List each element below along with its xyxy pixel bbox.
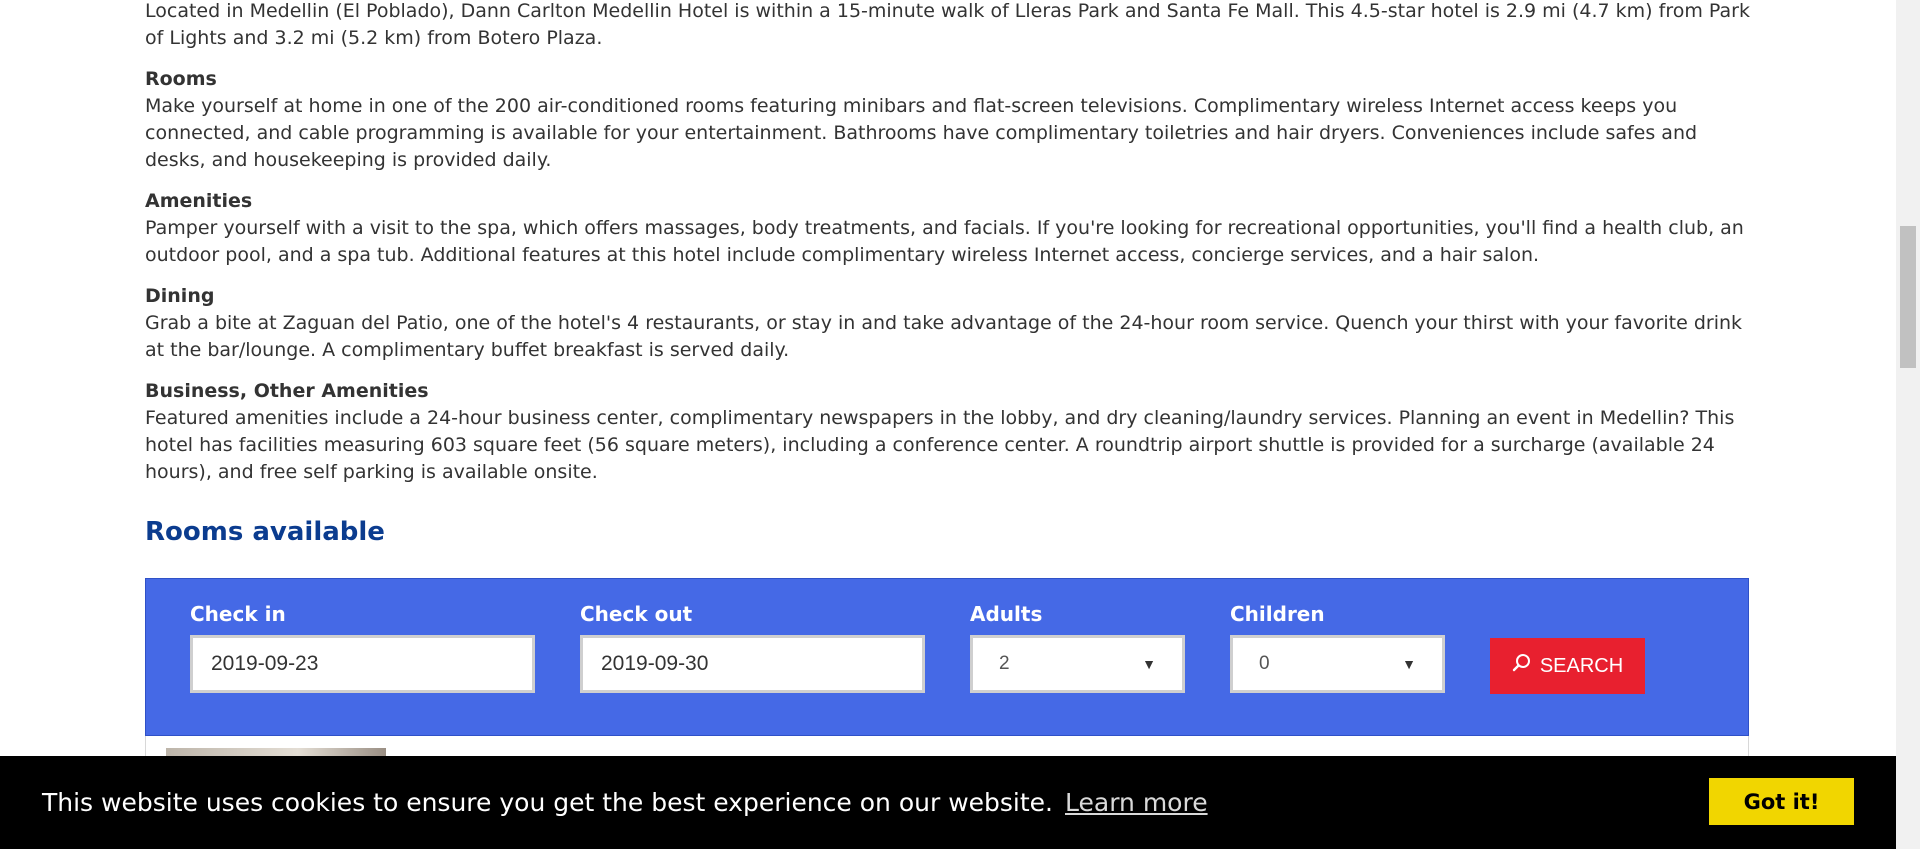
checkin-label: Check in [190, 602, 286, 626]
adults-label: Adults [970, 602, 1043, 626]
section-business: Business, Other Amenities Featured ameni… [145, 378, 1750, 486]
hotel-description: Located in Medellin (El Poblado), Dann C… [145, 0, 1750, 568]
room-search-panel: Check in 2019-09-23 Check out 2019-09-30… [145, 578, 1749, 736]
section-text: Make yourself at home in one of the 200 … [145, 95, 1698, 171]
cookie-consent-bar: This website uses cookies to ensure you … [0, 756, 1896, 849]
chevron-down-icon: ▼ [1402, 656, 1416, 672]
search-icon [1512, 653, 1532, 679]
children-field: Children 0 ▼ [1230, 601, 1445, 693]
adults-value: 2 [999, 653, 1010, 674]
section-title: Dining [145, 285, 215, 307]
scrollbar-thumb[interactable] [1900, 226, 1916, 368]
section-title: Amenities [145, 190, 253, 212]
checkout-input[interactable]: 2019-09-30 [580, 635, 925, 693]
children-label: Children [1230, 602, 1325, 626]
section-dining: Dining Grab a bite at Zaguan del Patio, … [145, 283, 1750, 364]
adults-field: Adults 2 ▼ [970, 601, 1185, 693]
section-amenities: Amenities Pamper yourself with a visit t… [145, 188, 1750, 269]
cookie-accept-button[interactable]: Got it! [1709, 778, 1854, 825]
search-button[interactable]: SEARCH [1490, 638, 1645, 694]
checkin-field: Check in 2019-09-23 [190, 601, 535, 693]
intro-text: Located in Medellin (El Poblado), Dann C… [145, 0, 1750, 49]
rooms-available-heading: Rooms available [145, 517, 385, 547]
section-title: Business, Other Amenities [145, 380, 429, 402]
page: Located in Medellin (El Poblado), Dann C… [0, 0, 1920, 849]
checkout-label: Check out [580, 602, 693, 626]
page-scrollbar[interactable] [1896, 0, 1920, 849]
section-title: Rooms [145, 68, 217, 90]
checkin-input[interactable]: 2019-09-23 [190, 635, 535, 693]
section-text: Grab a bite at Zaguan del Patio, one of … [145, 312, 1743, 361]
chevron-down-icon: ▼ [1142, 656, 1156, 672]
checkout-field: Check out 2019-09-30 [580, 601, 925, 693]
section-text: Featured amenities include a 24-hour bus… [145, 407, 1735, 483]
cookie-message: This website uses cookies to ensure you … [42, 788, 1053, 817]
children-select[interactable]: 0 ▼ [1230, 635, 1445, 693]
search-button-label: SEARCH [1539, 654, 1624, 677]
adults-select[interactable]: 2 ▼ [970, 635, 1185, 693]
children-value: 0 [1259, 653, 1270, 674]
section-text: Pamper yourself with a visit to the spa,… [145, 217, 1744, 266]
learn-more-link[interactable]: Learn more [1065, 788, 1208, 817]
section-rooms: Rooms Make yourself at home in one of th… [145, 66, 1750, 174]
